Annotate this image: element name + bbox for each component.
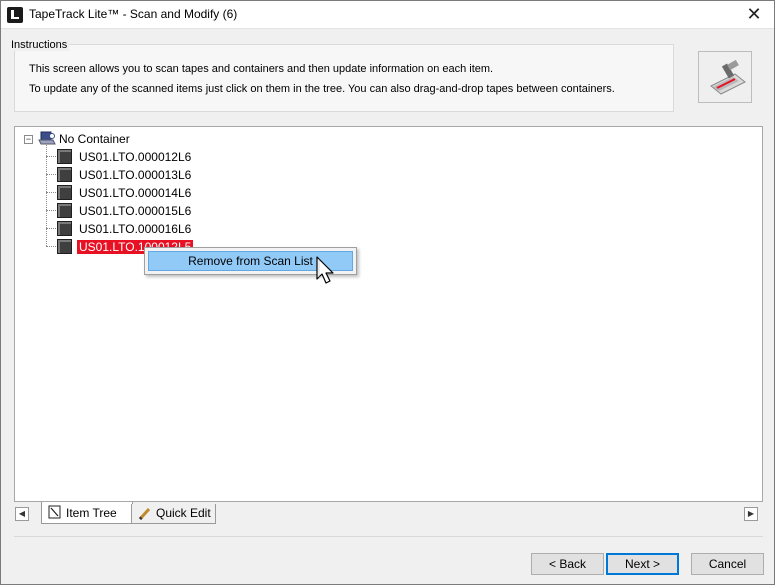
pencil-icon [138,507,151,521]
tabs-scroll-right-icon[interactable]: ▶ [744,507,758,521]
tape-icon [57,185,72,200]
tree-item-label: US01.LTO.000016L6 [79,222,192,236]
footer-divider [14,536,763,537]
scanner-button[interactable] [698,51,752,103]
tree-item-label: US01.LTO.000014L6 [79,186,192,200]
tab-strip: ◀ Item Tree Quick Edit ▶ [14,502,763,524]
tree-item-tape[interactable]: US01.LTO.000016L6 [57,220,217,238]
tab-item-tree[interactable]: Item Tree [41,502,133,524]
collapse-icon[interactable]: − [24,135,33,144]
tab-quick-edit-label: Quick Edit [156,506,211,520]
tape-icon [57,221,72,236]
back-button[interactable]: < Back [531,553,604,575]
tree-item-label: US01.LTO.000015L6 [79,204,192,218]
item-tree-icon [48,505,61,519]
tree-item-tape[interactable]: US01.LTO.000012L6 [57,148,217,166]
container-icon [38,131,56,146]
tree-item-label: US01.LTO.000012L6 [79,150,192,164]
tape-icon [57,239,72,254]
tree-root-no-container[interactable]: − No Container [23,130,223,148]
instructions-line-2: To update any of the scanned items just … [29,83,615,95]
tree-item-label: US01.LTO.000013L6 [79,168,192,182]
cancel-button[interactable]: Cancel [691,553,764,575]
scan-and-modify-window: TapeTrack Lite™ - Scan and Modify (6) ✕ … [0,0,775,585]
item-tree[interactable]: − No Container US01.LTO.000012L6 US01.LT… [14,126,763,502]
mouse-cursor-icon [316,256,334,284]
tape-icon [57,149,72,164]
title-bar[interactable]: TapeTrack Lite™ - Scan and Modify (6) ✕ [1,1,774,29]
tree-item-tape[interactable]: US01.LTO.000013L6 [57,166,217,184]
tree-item-tape[interactable]: US01.LTO.000014L6 [57,184,217,202]
tab-item-tree-label: Item Tree [66,506,117,520]
instructions-legend: Instructions [9,39,70,51]
tab-quick-edit[interactable]: Quick Edit [131,504,216,524]
scanner-icon [710,59,746,95]
window-title: TapeTrack Lite™ - Scan and Modify (6) [29,7,238,21]
instructions-line-1: This screen allows you to scan tapes and… [29,63,494,75]
next-button[interactable]: Next > [606,553,679,575]
tree-root-label: No Container [59,132,130,146]
tape-icon [57,203,72,218]
tree-connector-vertical [46,145,47,246]
tree-item-tape[interactable]: US01.LTO.000015L6 [57,202,217,220]
tapetrack-app-icon [7,7,23,23]
instructions-group: This screen allows you to scan tapes and… [14,44,674,112]
tabs-scroll-left-icon[interactable]: ◀ [15,507,29,521]
close-button[interactable]: ✕ [740,3,768,27]
tape-icon [57,167,72,182]
